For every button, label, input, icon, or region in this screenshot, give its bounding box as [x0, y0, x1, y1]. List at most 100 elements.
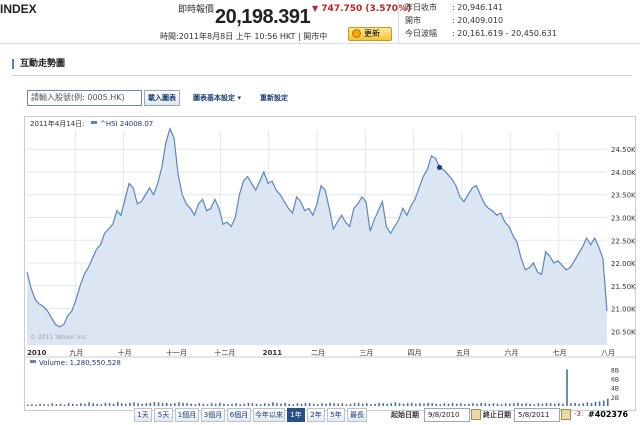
volume-bar [80, 403, 82, 406]
volume-bar [382, 403, 384, 406]
volume-bar [590, 402, 593, 406]
volume-bar [553, 403, 556, 406]
range-button[interactable]: 6個月 [227, 408, 251, 422]
volume-bar [31, 404, 33, 406]
stat-value: : 20,161.619 - 20,450.631 [452, 29, 557, 38]
x-tick-label: 八月 [601, 349, 615, 357]
volume-bar [308, 403, 311, 406]
volume-bar [259, 404, 262, 406]
volume-bar [406, 403, 409, 406]
x-tick-label: 七月 [553, 348, 567, 357]
range-button[interactable]: 最長 [347, 408, 367, 422]
volume-bar [96, 403, 98, 406]
volume-swatch [30, 360, 36, 363]
volume-bar [333, 403, 335, 406]
range-button[interactable]: 2年 [307, 408, 325, 422]
range-button[interactable]: 1天 [134, 408, 152, 422]
range-button[interactable]: 5天 [154, 408, 173, 422]
change-fragment: -3. [574, 410, 584, 418]
range-button[interactable]: 5年 [327, 408, 345, 422]
volume-bar [133, 402, 135, 406]
start-date-input[interactable]: 9/8/2010 [424, 408, 470, 422]
refresh-button[interactable]: 更新 [348, 27, 392, 41]
volume-bar [410, 402, 413, 406]
volume-bar [71, 403, 74, 406]
symbol-input[interactable]: 請輸入股號(例: 0005.HK) [27, 90, 142, 106]
calendar-icon[interactable] [561, 409, 571, 420]
volume-bar [488, 403, 491, 406]
volume-bar [398, 403, 401, 406]
refresh-label: 更新 [364, 29, 380, 38]
volume-bar [292, 404, 295, 406]
volume-bar [545, 402, 548, 406]
volume-bar [219, 402, 221, 406]
volume-bar [361, 403, 364, 406]
x-tick-label: 十一月 [166, 348, 187, 357]
hover-marker[interactable] [436, 164, 443, 171]
section-title: 互動走勢圖 [12, 59, 65, 69]
refresh-icon [352, 29, 361, 38]
volume-bar [145, 403, 148, 406]
volume-bar [394, 402, 397, 406]
x-tick-label: 五月 [456, 349, 470, 357]
y-tick-label: 23.00K [611, 215, 636, 223]
volume-bar [378, 402, 380, 406]
volume-bar [263, 403, 266, 406]
x-tick-label: 2011 [263, 349, 283, 357]
chevron-down-icon: ▾ [237, 94, 241, 102]
quote-time: 時間:2011年8月8日 上午 10:56 HKT | 開市中 [160, 32, 328, 41]
volume-bar [300, 403, 303, 406]
volume-bar [549, 403, 552, 406]
basic-settings-menu[interactable]: 圖表基本設定 ▾ [193, 93, 241, 103]
volume-bar [337, 403, 339, 406]
volume-bar [349, 403, 352, 406]
volume-bar [231, 403, 233, 406]
stat-label: 今日波幅 [405, 29, 437, 38]
volume-bar [43, 404, 45, 406]
volume-bar [39, 403, 41, 406]
volume-bar [537, 403, 540, 406]
volume-bar [214, 403, 217, 406]
x-tick-label: 六月 [504, 348, 518, 357]
volume-bar [165, 402, 168, 406]
volume-bar [533, 404, 536, 406]
volume-tick-label: 4B [611, 386, 619, 393]
range-button[interactable]: 1年 [287, 408, 305, 422]
series-label: ^HSI 24008.07 [100, 120, 153, 128]
volume-bar [464, 404, 466, 406]
volume-bar [586, 402, 589, 406]
volume-bar [427, 402, 429, 406]
calendar-icon[interactable] [471, 409, 481, 420]
volume-bar [521, 403, 523, 406]
volume-bar [227, 404, 229, 406]
volume-bar [104, 402, 107, 406]
volume-bar [255, 403, 258, 406]
volume-bar [509, 403, 511, 406]
volume-label: Volume: 1,280,550,528 [39, 359, 121, 367]
volume-bar [210, 403, 213, 406]
chart-watermark: © 2011 Yahoo! Inc. [30, 334, 88, 341]
volume-bar [178, 402, 180, 406]
y-tick-label: 22.50K [611, 237, 636, 245]
range-button[interactable]: 今年以來 [253, 408, 285, 422]
volume-bar [312, 403, 315, 406]
range-button[interactable]: 3個月 [201, 408, 225, 422]
volume-bar [558, 403, 560, 406]
reset-settings-link[interactable]: 重新設定 [260, 93, 288, 103]
volume-bar [370, 404, 372, 406]
volume-bar [602, 400, 605, 406]
x-tick-label: 九月 [69, 348, 83, 357]
volume-bar [562, 403, 564, 406]
y-tick-label: 21.50K [611, 283, 636, 291]
volume-bar [525, 403, 527, 406]
range-button[interactable]: 1個月 [175, 408, 199, 422]
stat-row: 今日波幅 : 20,161.619 - 20,450.631 [400, 27, 640, 40]
volume-bar [574, 402, 576, 406]
load-chart-button[interactable]: 載入圖表 [144, 90, 180, 106]
end-date-input[interactable]: 5/8/2011 [514, 408, 560, 422]
stat-value: : 20,946.141 [452, 3, 504, 12]
volume-bar [116, 401, 119, 406]
volume-bar [112, 403, 115, 406]
price-chart[interactable]: 24.50K 24.00K 23.50K 23.00K 22.50K 22.00K 21.5… [24, 116, 636, 411]
volume-bar [129, 402, 131, 406]
